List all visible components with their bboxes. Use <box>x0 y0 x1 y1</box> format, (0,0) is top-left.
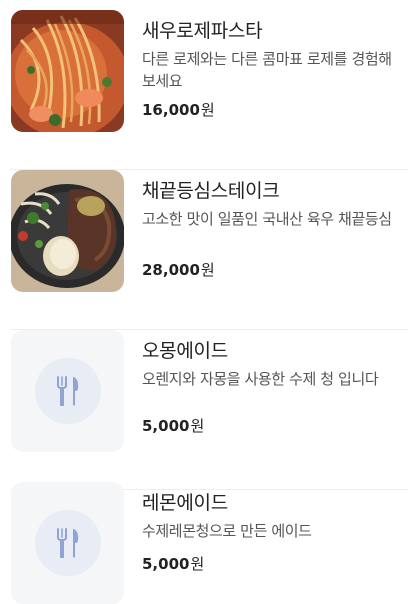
pasta-photo <box>11 10 124 132</box>
menu-item-description: 오렌지와 자몽을 사용한 수제 청 입니다 <box>142 370 379 388</box>
price-value: 16,000 <box>142 101 200 119</box>
menu-item-price: 16,000원 <box>142 100 215 120</box>
menu-item-price: 5,000원 <box>142 554 204 574</box>
price-value: 5,000 <box>142 417 190 435</box>
price-currency: 원 <box>200 261 215 279</box>
menu-item-description: 다른 로제와는 다른 콤마표 로제를 경험해보세요 <box>142 50 392 90</box>
menu-item-description: 고소한 맛이 일품인 국내산 육우 채끝등심 <box>142 210 392 228</box>
menu-item-shrimp-rose-pasta[interactable]: 새우로제파스타 다른 로제와는 다른 콤마표 로제를 경험해보세요 16,000… <box>0 10 418 170</box>
menu-item-description: 수제레몬청으로 만든 에이드 <box>142 522 312 540</box>
menu-item-name: 레몬에이드 <box>142 492 228 514</box>
price-value: 28,000 <box>142 261 200 279</box>
price-value: 5,000 <box>142 555 190 573</box>
placeholder-circle <box>34 510 101 576</box>
menu-item-name: 새우로제파스타 <box>142 20 263 42</box>
menu-item-name: 채끝등심스테이크 <box>142 180 280 202</box>
photo-placeholder <box>11 482 124 604</box>
menu-item-lemon-ade[interactable]: 레몬에이드 수제레몬청으로 만든 에이드 5,000원 <box>0 482 418 604</box>
photo-placeholder <box>11 330 124 452</box>
price-currency: 원 <box>200 101 215 119</box>
menu-item-name: 오몽에이드 <box>142 340 228 362</box>
menu-item-omong-ade[interactable]: 오몽에이드 오렌지와 자몽을 사용한 수제 청 입니다 5,000원 <box>0 330 418 490</box>
utensils-icon <box>56 528 78 558</box>
placeholder-circle <box>34 358 101 424</box>
menu-list: 새우로제파스타 다른 로제와는 다른 콤마표 로제를 경험해보세요 16,000… <box>0 0 418 604</box>
steak-photo <box>11 170 124 292</box>
menu-item-price: 28,000원 <box>142 260 215 280</box>
menu-item-sirloin-steak[interactable]: 채끝등심스테이크 고소한 맛이 일품인 국내산 육우 채끝등심 28,000원 <box>0 170 418 330</box>
price-currency: 원 <box>190 417 205 435</box>
menu-item-price: 5,000원 <box>142 416 204 436</box>
price-currency: 원 <box>190 555 205 573</box>
utensils-icon <box>56 376 78 406</box>
